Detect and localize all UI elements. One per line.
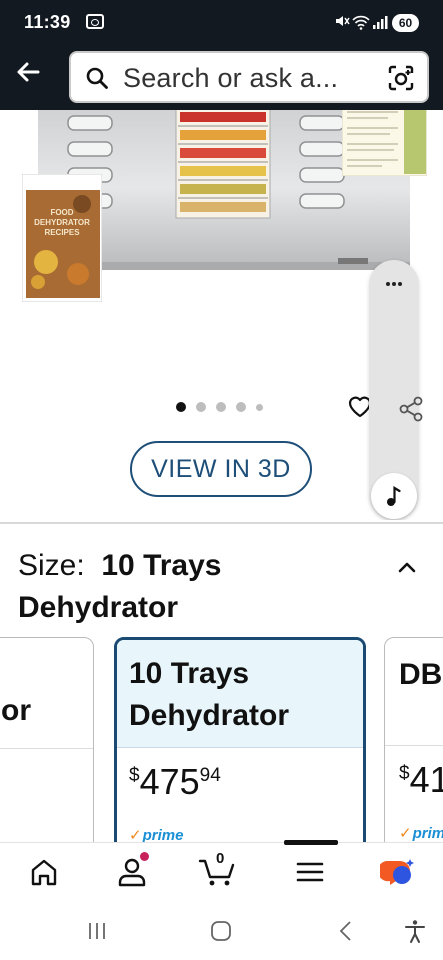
size-option-card-selected[interactable]: 10 Trays Dehydrator $47594 ✓prime [114, 637, 366, 842]
battery-indicator: 60 [392, 14, 419, 32]
music-note-icon [387, 486, 401, 506]
size-heading: Size: 10 Trays Dehydrator [18, 545, 358, 629]
rufus-assistant-icon[interactable] [380, 855, 416, 889]
system-nav-bar [0, 900, 443, 960]
status-bar: 11:39 60 [0, 0, 443, 44]
home-button-icon[interactable] [208, 918, 234, 944]
accessibility-icon[interactable] [402, 918, 428, 944]
price: $41 [399, 759, 443, 801]
status-time: 11:39 [24, 12, 71, 32]
price-whole: 475 [139, 761, 200, 802]
prime-badge: ✓prime [129, 827, 184, 842]
mute-icon [336, 16, 350, 26]
app-screen: 11:39 60 Search or ask a... FOOD DEHYDRA… [0, 0, 443, 960]
pagination-dot[interactable] [236, 402, 246, 412]
price-fraction: 94 [199, 765, 221, 786]
size-option-title: or [1, 694, 31, 727]
book-title: FOOD DEHYDRATOR RECIPES [34, 208, 90, 237]
more-options-icon[interactable] [385, 282, 403, 288]
cart-count: 0 [216, 850, 225, 867]
share-icon[interactable] [397, 395, 425, 423]
search-input[interactable]: Search or ask a... [123, 63, 338, 94]
card-divider [385, 745, 443, 746]
screen-record-icon [86, 14, 104, 29]
search-bar[interactable]: Search or ask a... [69, 51, 429, 103]
image-pagination-dots[interactable] [176, 402, 266, 414]
product-image-gallery[interactable]: FOOD DEHYDRATOR RECIPES VIEW IN 3D [0, 110, 443, 520]
view-in-3d-button[interactable]: VIEW IN 3D [130, 441, 312, 497]
size-option-title: DB [399, 658, 443, 691]
wifi-icon [352, 15, 370, 30]
signal-icon [373, 16, 388, 29]
camera-lens-icon[interactable] [387, 64, 415, 92]
pagination-dot[interactable] [196, 402, 206, 412]
music-note-button[interactable] [371, 473, 417, 519]
size-label: Size: [18, 549, 85, 582]
price-whole: 41 [409, 759, 443, 800]
size-option-card[interactable]: or [0, 637, 94, 842]
pagination-dot[interactable] [256, 404, 263, 411]
account-tab[interactable] [114, 852, 150, 889]
home-icon[interactable] [26, 855, 62, 889]
size-option-card[interactable]: DB $41 ✓prim [384, 637, 443, 842]
search-icon [86, 67, 108, 89]
menu-icon[interactable] [292, 855, 328, 889]
back-arrow-icon[interactable] [12, 56, 44, 88]
info-card-image [342, 110, 427, 176]
prime-badge: ✓prim [399, 825, 443, 842]
card-divider [117, 747, 363, 748]
prime-check-icon: ✓ [399, 825, 412, 842]
recent-apps-icon[interactable] [84, 918, 110, 944]
notification-dot [140, 852, 149, 861]
size-selector: Size: 10 Trays Dehydrator or 10 Trays De… [0, 524, 443, 842]
search-header: Search or ask a... [0, 44, 443, 110]
price: $47594 [129, 761, 221, 803]
cart-tab[interactable]: 0 [198, 850, 235, 889]
back-button-icon[interactable] [333, 918, 359, 944]
active-tab-indicator [284, 840, 338, 845]
recipe-book-image [22, 174, 102, 302]
price-currency: $ [129, 765, 140, 786]
pagination-dot[interactable] [216, 402, 226, 412]
price-currency: $ [399, 763, 410, 784]
prime-check-icon: ✓ [129, 827, 142, 842]
pagination-dot[interactable] [176, 402, 186, 412]
bottom-nav-bar: 0 [0, 840, 443, 900]
floating-action-rail[interactable] [369, 260, 419, 520]
card-divider [0, 748, 93, 749]
size-option-title: 10 Trays Dehydrator [129, 657, 290, 732]
chevron-up-icon[interactable] [396, 560, 418, 574]
